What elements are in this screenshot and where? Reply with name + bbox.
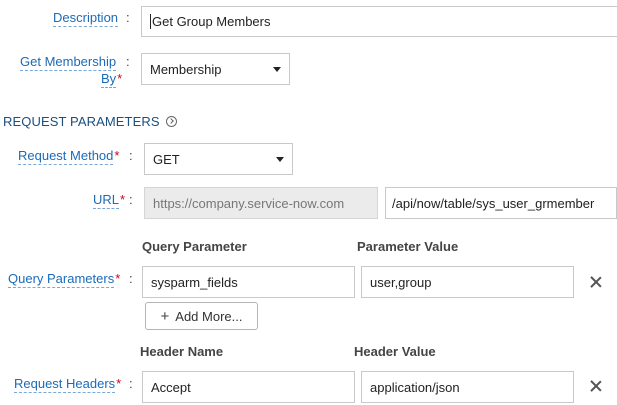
query-param-input[interactable]: sysparm_fields [142, 266, 355, 298]
request-method-colon: : [129, 148, 133, 163]
membership-select[interactable]: Membership [141, 53, 290, 85]
section-title: REQUEST PARAMETERS [3, 114, 177, 129]
parameter-value-heading: Parameter Value [357, 239, 459, 254]
membership-label-line2: By* [101, 71, 123, 88]
membership-label-line1: Get Membership [20, 54, 117, 71]
remove-query-row-icon[interactable] [590, 276, 602, 288]
query-parameters-label: Query Parameters* [8, 271, 121, 288]
url-colon: : [129, 192, 133, 207]
description-colon: : [126, 10, 130, 25]
chevron-down-icon [276, 156, 284, 162]
url-path-input[interactable]: /api/now/table/sys_user_grmember [385, 187, 617, 219]
query-parameter-heading: Query Parameter [142, 239, 247, 254]
header-value-heading: Header Value [354, 344, 436, 359]
chevron-down-icon [273, 66, 281, 72]
add-more-button[interactable]: + Add More... [145, 302, 258, 330]
url-base-field: https://company.service-now.com [144, 187, 378, 219]
description-input[interactable]: Get Group Members [141, 6, 617, 37]
remove-header-row-icon[interactable] [590, 380, 602, 392]
request-headers-colon: : [129, 376, 133, 391]
url-label: URL* [93, 192, 126, 209]
plus-icon: + [160, 307, 170, 325]
query-value-input[interactable]: user,group [361, 266, 574, 298]
request-method-value: GET [153, 151, 180, 167]
request-method-label: Request Method* [18, 148, 120, 165]
membership-colon: : [126, 54, 130, 69]
header-name-input[interactable]: Accept [142, 371, 355, 403]
description-label: Description [53, 10, 119, 27]
header-name-heading: Header Name [140, 344, 224, 359]
request-headers-label: Request Headers* [14, 376, 122, 393]
request-method-select[interactable]: GET [144, 143, 293, 175]
info-circle-icon[interactable] [165, 116, 177, 128]
query-parameters-colon: : [129, 271, 133, 286]
header-value-input[interactable]: application/json [361, 371, 574, 403]
membership-select-value: Membership [150, 61, 222, 77]
